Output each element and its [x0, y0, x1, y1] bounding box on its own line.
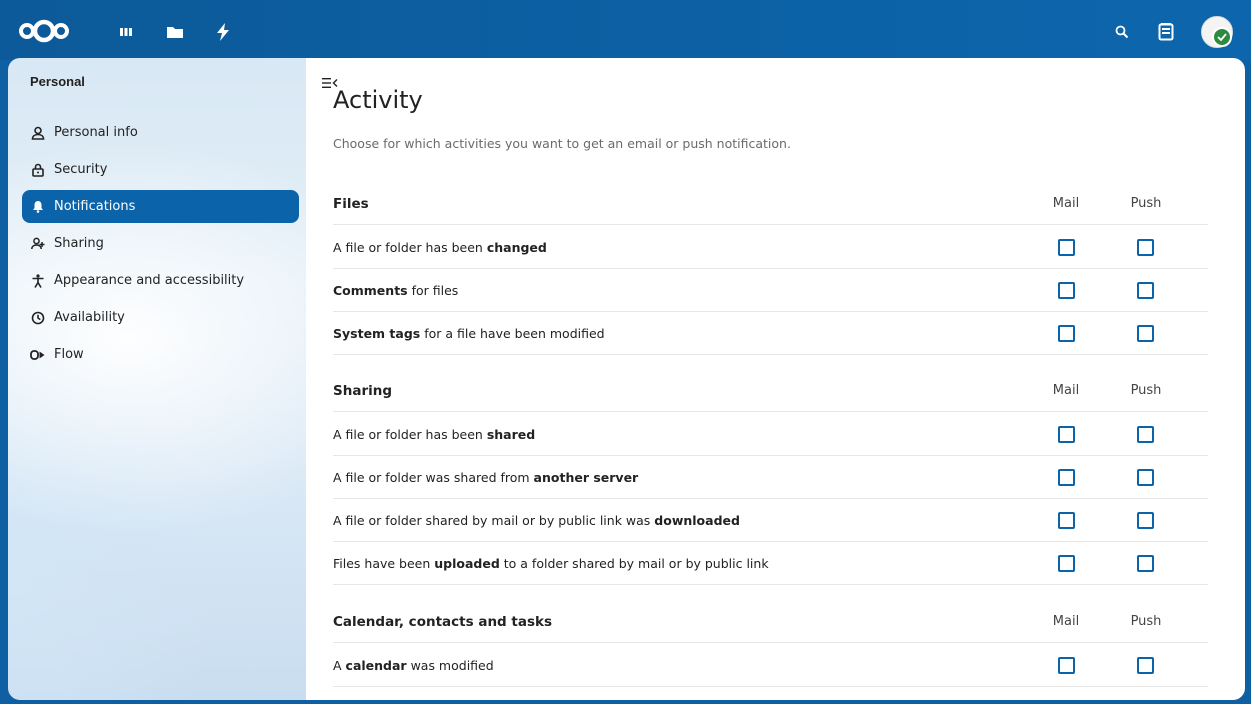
push-checkbox[interactable] — [1137, 555, 1154, 572]
sidebar-item-notifications[interactable]: Notifications — [22, 190, 299, 223]
mail-checkbox[interactable] — [1058, 282, 1075, 299]
settings-sidebar: Personal Personal info Security Notifica… — [8, 58, 306, 700]
sidebar-item-appearance[interactable]: Appearance and accessibility — [22, 264, 299, 297]
mail-checkbox[interactable] — [1058, 239, 1075, 256]
section-header-sharing: Sharing Mail Push — [333, 370, 1208, 412]
push-checkbox[interactable] — [1137, 282, 1154, 299]
sidebar-item-flow[interactable]: Flow — [22, 338, 299, 371]
sidebar-item-personal-info[interactable]: Personal info — [22, 116, 299, 149]
row-label: Comments for files — [333, 283, 459, 298]
row-label: Files have been uploaded to a folder sha… — [333, 556, 769, 571]
nextcloud-logo-icon[interactable] — [18, 18, 70, 44]
push-checkbox[interactable] — [1137, 512, 1154, 529]
top-header — [0, 0, 1251, 60]
clock-icon — [30, 310, 46, 326]
sidebar-heading: Personal — [30, 74, 85, 89]
row-label: A file or folder shared by mail or by pu… — [333, 513, 740, 528]
sidebar-item-label: Availability — [54, 310, 125, 325]
setting-row-comments: Comments for files — [333, 269, 1208, 312]
push-checkbox[interactable] — [1137, 426, 1154, 443]
user-avatar-icon[interactable] — [1201, 16, 1233, 48]
sidebar-item-label: Appearance and accessibility — [54, 273, 245, 288]
files-icon[interactable] — [165, 22, 185, 42]
row-label: A file or folder was shared from another… — [333, 470, 639, 485]
setting-row-file-changed: A file or folder has been changed — [333, 226, 1208, 269]
row-label: A file or folder has been changed — [333, 240, 547, 255]
push-checkbox[interactable] — [1137, 469, 1154, 486]
sidebar-item-security[interactable]: Security — [22, 153, 299, 186]
contacts-icon[interactable] — [1156, 22, 1176, 42]
mail-checkbox[interactable] — [1058, 325, 1075, 342]
column-push-label: Push — [1130, 614, 1162, 629]
section-title: Files — [333, 196, 369, 212]
bell-icon — [30, 199, 46, 215]
section-title: Sharing — [333, 383, 393, 399]
push-checkbox[interactable] — [1137, 657, 1154, 674]
setting-row-system-tags: System tags for a file have been modifie… — [333, 312, 1208, 355]
row-label: A file or folder has been shared — [333, 427, 536, 442]
activity-icon[interactable] — [213, 22, 233, 42]
column-mail-label: Mail — [1052, 383, 1080, 398]
accessibility-icon — [30, 273, 46, 289]
page-title: Activity — [333, 86, 423, 114]
setting-row-shared: A file or folder has been shared — [333, 413, 1208, 456]
search-icon[interactable] — [1112, 22, 1132, 42]
column-push-label: Push — [1130, 196, 1162, 211]
section-header-calendar: Calendar, contacts and tasks Mail Push — [333, 601, 1208, 643]
status-online-icon — [1212, 27, 1232, 47]
sidebar-item-label: Sharing — [54, 236, 104, 251]
mail-checkbox[interactable] — [1058, 426, 1075, 443]
setting-row-remote-share: A file or folder was shared from another… — [333, 456, 1208, 499]
row-label: A calendar was modified — [333, 658, 494, 673]
row-label: System tags for a file have been modifie… — [333, 326, 605, 341]
mail-checkbox[interactable] — [1058, 555, 1075, 572]
page-description: Choose for which activities you want to … — [333, 136, 791, 151]
main-content: Activity Choose for which activities you… — [306, 58, 1245, 700]
section-title: Calendar, contacts and tasks — [333, 614, 553, 630]
mail-checkbox[interactable] — [1058, 657, 1075, 674]
push-checkbox[interactable] — [1137, 325, 1154, 342]
dashboard-icon[interactable] — [116, 22, 136, 42]
person-icon — [30, 125, 46, 141]
share-user-icon — [30, 236, 46, 252]
setting-row-calendar-modified: A calendar was modified — [333, 644, 1208, 687]
mail-checkbox[interactable] — [1058, 512, 1075, 529]
sidebar-item-label: Flow — [54, 347, 84, 362]
section-header-files: Files Mail Push — [333, 183, 1208, 225]
sidebar-item-sharing[interactable]: Sharing — [22, 227, 299, 260]
mail-checkbox[interactable] — [1058, 469, 1075, 486]
toggle-sidebar-icon[interactable] — [322, 74, 338, 88]
sidebar-item-label: Security — [54, 162, 108, 177]
column-mail-label: Mail — [1052, 614, 1080, 629]
setting-row-uploaded: Files have been uploaded to a folder sha… — [333, 542, 1208, 585]
lock-icon — [30, 162, 46, 178]
sidebar-item-label: Notifications — [54, 199, 136, 214]
push-checkbox[interactable] — [1137, 239, 1154, 256]
flow-icon — [30, 347, 46, 363]
setting-row-downloaded: A file or folder shared by mail or by pu… — [333, 499, 1208, 542]
sidebar-item-availability[interactable]: Availability — [22, 301, 299, 334]
sidebar-item-label: Personal info — [54, 125, 138, 140]
column-mail-label: Mail — [1052, 196, 1080, 211]
column-push-label: Push — [1130, 383, 1162, 398]
